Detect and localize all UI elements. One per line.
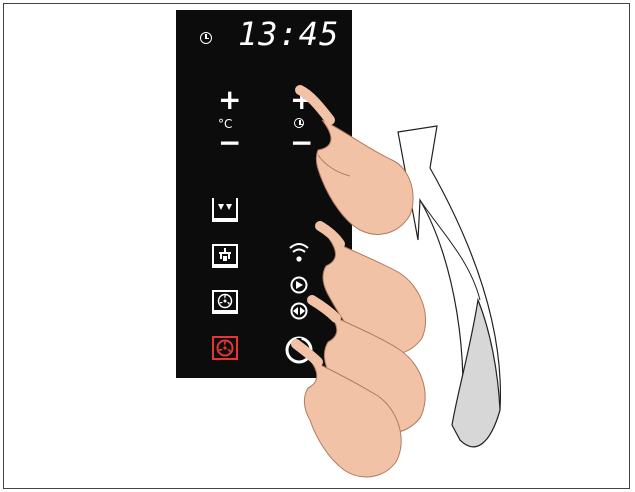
fan-ring-heat-icon[interactable] xyxy=(212,336,238,360)
fan-top-heat-icon[interactable] xyxy=(212,244,238,268)
time-display: 13:45 xyxy=(238,15,340,53)
temperature-minus-button[interactable]: − xyxy=(218,129,241,157)
top-heat-icon[interactable] xyxy=(212,198,238,222)
fan-bottom-heat-icon[interactable] xyxy=(212,290,238,314)
oven-control-panel xyxy=(176,10,352,378)
temperature-plus-button[interactable]: + xyxy=(218,86,241,114)
timer-minus-button[interactable]: − xyxy=(290,129,313,157)
timer-plus-button[interactable]: + xyxy=(290,86,313,114)
clock-icon xyxy=(200,32,212,44)
